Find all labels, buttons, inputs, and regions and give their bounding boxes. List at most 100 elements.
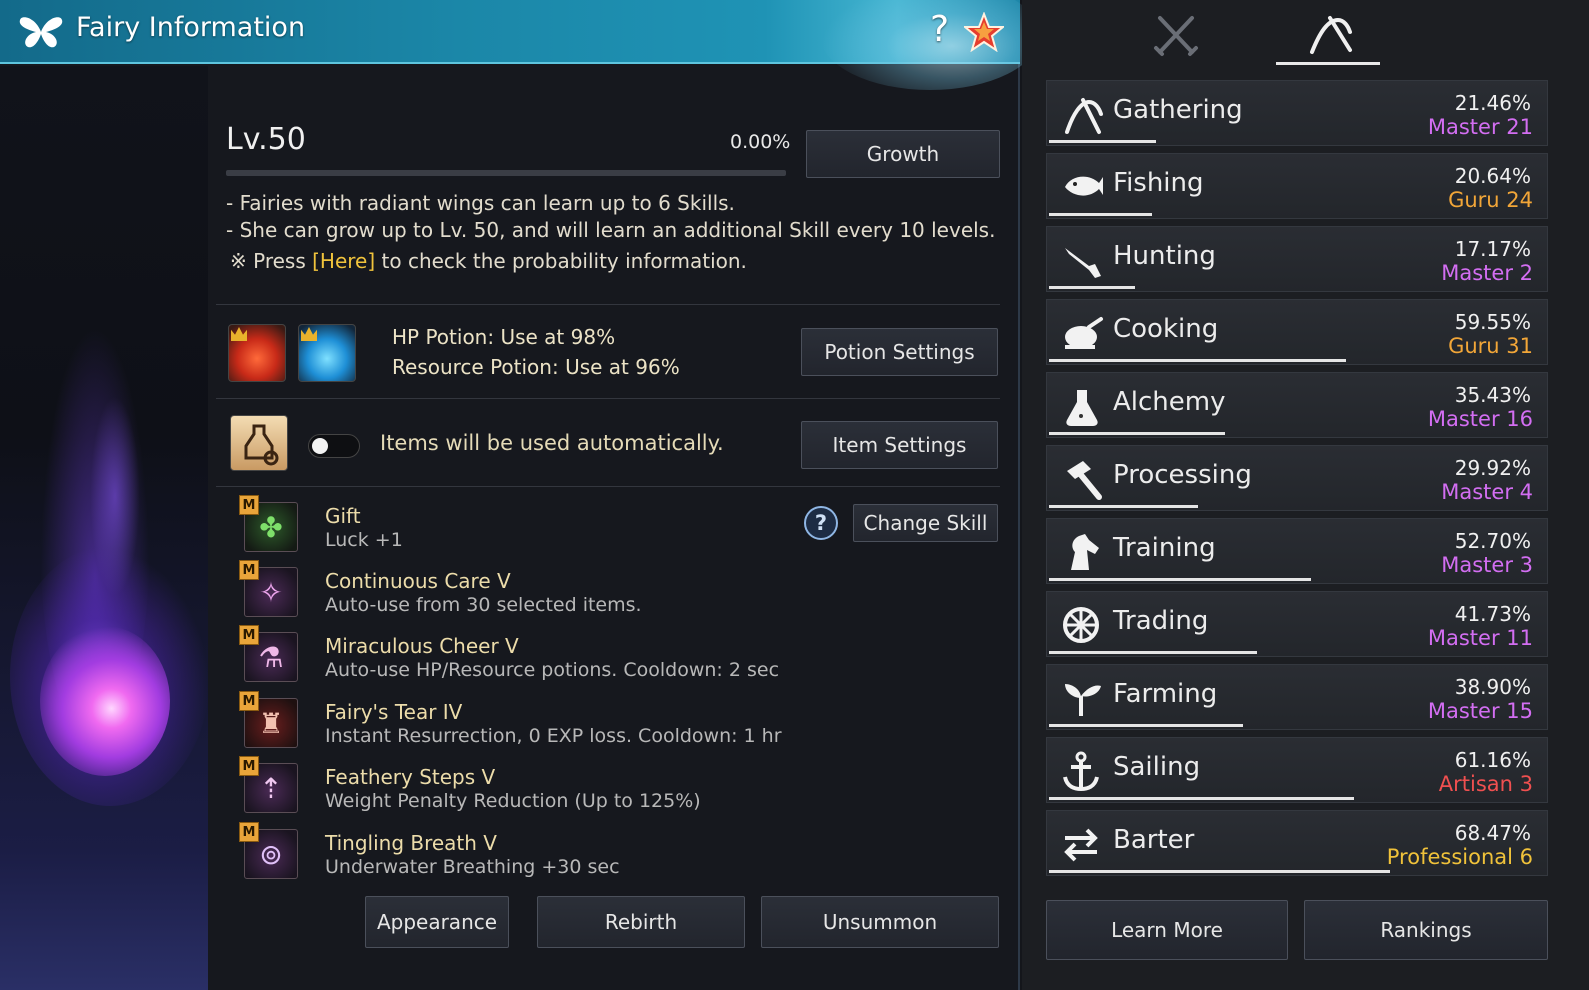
fairy-information-window: Fairy Information ? Lv.50 0.00% Growth -… [0,0,1040,990]
help-icon[interactable]: ? [930,10,949,50]
gathering-icon [1065,98,1103,134]
fish-icon [1065,176,1103,196]
potion-settings-button[interactable]: Potion Settings [801,328,998,376]
life-skill-percent: 61.16% [1454,748,1531,772]
window-title: Fairy Information [76,12,306,43]
resource-potion-icon[interactable] [298,324,356,382]
life-skill-rank: Master 11 [1427,626,1533,650]
item-settings-button[interactable]: Item Settings [801,421,998,469]
life-skill-percent: 21.46% [1454,91,1531,115]
clover-icon: ✤ [259,510,283,544]
anchor-icon [1063,751,1099,792]
crown-icon [301,327,317,341]
resource-potion-setting: Resource Potion: Use at 96% [392,355,680,379]
skill-name: Gift [325,504,361,528]
growth-button[interactable]: Growth [806,130,1000,178]
exchange-arrows-icon [1064,828,1098,862]
life-skill-row-fishing[interactable]: Fishing 20.64% Guru 24 [1046,153,1548,219]
flask-icon [1066,390,1098,426]
toggle-knob [312,438,328,454]
life-skill-percent: 35.43% [1454,383,1531,407]
rankings-button[interactable]: Rankings [1304,900,1548,960]
skill-icon-feathery-steps[interactable]: M ⇡ [239,756,298,813]
skill-name: Continuous Care V [325,569,511,593]
fairy-level: Lv.50 [226,122,306,157]
life-skill-name: Trading [1113,606,1209,636]
life-skill-row-barter[interactable]: Barter 68.47% Professional 6 [1046,810,1548,876]
life-skill-row-training[interactable]: Training 52.70% Master 3 [1046,518,1548,584]
hp-potion-icon[interactable] [228,324,286,382]
life-skill-rank: Master 4 [1441,480,1533,504]
cooking-icon [1065,317,1103,349]
life-skill-rank: Master 21 [1427,115,1533,139]
info-line-skills: - Fairies with radiant wings can learn u… [226,191,735,215]
divider [216,304,1000,305]
life-skill-name: Hunting [1113,241,1216,271]
skill-icon-continuous-care[interactable]: M ✧ [239,560,298,617]
potion-flask-icon: ⚗ [258,640,284,674]
active-tab-indicator [1276,62,1380,65]
probability-prefix: ※ Press [230,249,313,273]
life-skill-rank: Master 3 [1441,553,1533,577]
life-skill-row-sailing[interactable]: Sailing 61.16% Artisan 3 [1046,737,1548,803]
skill-name: Fairy's Tear IV [325,700,463,724]
skill-desc: Auto-use HP/Resource potions. Cooldown: … [325,659,780,681]
skill-icon-tingling-breath[interactable]: M ⊚ [239,822,298,879]
unsummon-button[interactable]: Unsummon [761,896,999,948]
life-skill-percent: 38.90% [1454,675,1531,699]
butterfly-icon [19,17,63,48]
life-skill-progress-bar [1049,870,1390,873]
hp-potion-setting: HP Potion: Use at 98% [392,325,616,349]
skill-icon-miraculous-cheer[interactable]: M ⚗ [239,625,298,682]
auto-use-text: Items will be used automatically. [380,431,724,455]
life-skill-name: Training [1113,533,1216,563]
rebirth-button[interactable]: Rebirth [537,896,745,948]
life-skill-row-gathering[interactable]: Gathering 21.46% Master 21 [1046,80,1548,146]
life-skill-name: Sailing [1113,752,1201,782]
life-skill-row-hunting[interactable]: Hunting 17.17% Master 2 [1046,226,1548,292]
horse-icon [1071,534,1099,570]
potion-gear-icon [244,424,279,466]
skill-help-icon[interactable]: ? [804,506,838,540]
divider [216,486,1000,487]
skill-icon-fairys-tear[interactable]: M ♜ [239,691,298,748]
crossed-swords-icon[interactable] [1146,10,1206,60]
exp-percent: 0.00% [730,131,791,153]
life-skills-panel: Gathering 21.46% Master 21 Fishing 20.64% Gur… [1022,0,1589,990]
life-skill-row-alchemy[interactable]: Alchemy 35.43% Master 16 [1046,372,1548,438]
divider [216,398,1000,399]
life-skill-row-processing[interactable]: Processing 29.92% Master 4 [1046,445,1548,511]
appearance-button[interactable]: Appearance [365,896,509,948]
life-skill-rank: Master 15 [1427,699,1533,723]
life-skill-percent: 52.70% [1454,529,1531,553]
learn-more-button[interactable]: Learn More [1046,900,1288,960]
auto-use-toggle[interactable] [308,434,360,458]
favorite-star-icon[interactable] [964,12,1004,52]
life-skill-rank: Master 2 [1441,261,1533,285]
life-skill-progress-bar [1049,286,1135,289]
life-skill-name: Fishing [1113,168,1204,198]
life-skill-progress-bar [1049,505,1198,508]
change-skill-button[interactable]: Change Skill [853,504,998,542]
wheel-icon [1063,607,1099,643]
life-skill-percent: 17.17% [1454,237,1531,261]
title-bar[interactable]: Fairy Information ? [0,0,1040,90]
tear-bottle-icon: ♜ [258,706,284,740]
life-skill-row-farming[interactable]: Farming 38.90% Master 15 [1046,664,1548,730]
pickaxe-icon[interactable] [1298,10,1358,60]
exp-bar [226,170,786,176]
rifle-icon [1065,248,1101,278]
life-skill-row-cooking[interactable]: Cooking 59.55% Guru 31 [1046,299,1548,365]
fairy-portrait [0,66,208,990]
info-line-growth: - She can grow up to Lv. 50, and will le… [226,218,996,242]
probability-link[interactable]: [Here] [312,249,375,273]
life-skill-row-trading[interactable]: Trading 41.73% Master 11 [1046,591,1548,657]
life-skill-percent: 29.92% [1454,456,1531,480]
life-skill-name: Processing [1113,460,1252,490]
auto-item-icon[interactable] [230,415,288,471]
skill-icon-gift[interactable]: M ✤ [239,495,298,552]
skill-desc: Weight Penalty Reduction (Up to 125%) [325,790,701,812]
life-skill-percent: 59.55% [1454,310,1531,334]
life-skill-progress-bar [1049,213,1152,216]
life-skill-progress-bar [1049,724,1243,727]
